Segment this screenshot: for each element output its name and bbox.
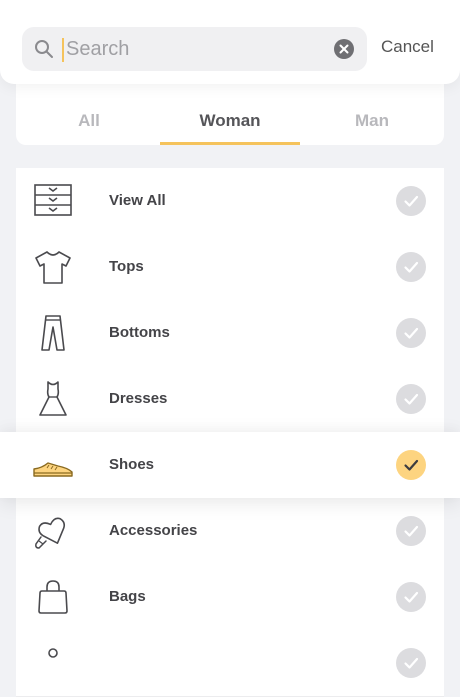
search-header: Cancel: [0, 0, 460, 84]
category-list: View All Tops Bottoms Dresses Shoes Acce…: [0, 168, 460, 697]
check-toggle[interactable]: [396, 582, 426, 612]
check-toggle[interactable]: [396, 648, 426, 678]
pants-icon: [41, 315, 65, 351]
list-item-view-all[interactable]: View All: [16, 168, 444, 235]
checkmark-icon: [404, 591, 419, 603]
check-toggle[interactable]: [396, 384, 426, 414]
check-toggle[interactable]: [396, 450, 426, 480]
checkmark-icon: [404, 327, 419, 339]
list-item-bags[interactable]: Bags: [16, 564, 444, 631]
search-icon: [35, 40, 53, 58]
category-label: View All: [109, 192, 166, 209]
category-label: Accessories: [109, 522, 198, 539]
list-item-dresses[interactable]: Dresses: [16, 366, 444, 433]
list-item-shoes[interactable]: Shoes: [0, 432, 460, 498]
checkmark-icon: [404, 657, 419, 669]
heart-pendant-icon: [35, 517, 66, 549]
text-caret: [62, 38, 64, 62]
search-input[interactable]: [66, 33, 326, 65]
shoe-icon: [33, 462, 73, 477]
bag-icon: [38, 580, 68, 614]
tab-man[interactable]: Man: [301, 111, 443, 131]
partial-icon: [48, 648, 58, 658]
tab-woman[interactable]: Woman: [159, 111, 301, 131]
check-toggle[interactable]: [396, 516, 426, 546]
search-box[interactable]: [22, 27, 367, 71]
category-label: Shoes: [109, 456, 155, 473]
clear-icon: [339, 44, 349, 54]
category-label: Dresses: [109, 390, 168, 407]
checkmark-icon: [404, 459, 419, 471]
tab-all[interactable]: All: [18, 111, 160, 131]
category-label: Bags: [109, 588, 146, 605]
checkmark-icon: [404, 393, 419, 405]
list-item-accessories[interactable]: Accessories: [16, 498, 444, 565]
check-toggle[interactable]: [396, 186, 426, 216]
drawers-icon: [34, 184, 72, 216]
checkmark-icon: [404, 195, 419, 207]
list-item-partial[interactable]: [16, 630, 444, 697]
tshirt-icon: [35, 251, 71, 284]
check-toggle[interactable]: [396, 318, 426, 348]
active-tab-indicator: [160, 142, 300, 145]
checkmark-icon: [404, 525, 419, 537]
list-item-bottoms[interactable]: Bottoms: [16, 300, 444, 367]
category-label: Bottoms: [109, 324, 170, 341]
gender-tabs: All Woman Man: [16, 84, 444, 145]
clear-search-button[interactable]: [334, 39, 354, 59]
list-item-tops[interactable]: Tops: [16, 234, 444, 301]
checkmark-icon: [404, 261, 419, 273]
dress-icon: [39, 381, 67, 416]
category-label: Tops: [109, 258, 144, 275]
check-toggle[interactable]: [396, 252, 426, 282]
cancel-button[interactable]: Cancel: [381, 37, 434, 57]
